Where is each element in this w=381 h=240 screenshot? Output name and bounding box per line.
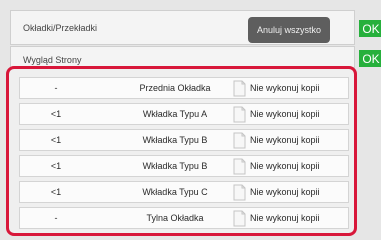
page-layout-ok-button[interactable]: OK (359, 50, 381, 67)
item-count: <1 (50, 135, 62, 145)
page-layout-bar[interactable]: Wygląd Strony (10, 46, 355, 68)
item-count: <1 (50, 109, 62, 119)
copy-setting: Nie wykonuj kopii (250, 109, 320, 119)
copy-setting: Nie wykonuj kopii (250, 161, 320, 171)
item-name: Wkładka Typu C (142, 187, 208, 197)
list-item[interactable]: - Przednia Okładka Nie wykonuj kopii (19, 77, 349, 99)
list-item[interactable]: <1 Wkładka Typu B Nie wykonuj kopii (19, 129, 349, 151)
item-name: Tylna Okładka (146, 213, 204, 223)
document-icon (233, 80, 246, 97)
list-item[interactable]: <1 Wkładka Typu B Nie wykonuj kopii (19, 155, 349, 177)
document-icon (233, 184, 246, 201)
item-count: <1 (50, 161, 62, 171)
document-icon (233, 132, 246, 149)
copy-setting: Nie wykonuj kopii (250, 213, 320, 223)
list-item[interactable]: - Tylna Okładka Nie wykonuj kopii (19, 207, 349, 229)
item-name: Wkładka Typu B (142, 135, 208, 145)
copy-setting: Nie wykonuj kopii (250, 83, 320, 93)
document-icon (233, 210, 246, 227)
item-count: - (54, 83, 58, 93)
inserts-list-panel: - Przednia Okładka Nie wykonuj kopii <1 … (6, 66, 357, 236)
item-name: Wkładka Typu A (142, 109, 208, 119)
cancel-all-button[interactable]: Anuluj wszystko (248, 17, 330, 43)
ok-button[interactable]: OK (359, 20, 381, 37)
copy-setting: Nie wykonuj kopii (250, 135, 320, 145)
list-item[interactable]: <1 Wkładka Typu C Nie wykonuj kopii (19, 181, 349, 203)
covers-inserts-title: Okładki/Przekładki (23, 23, 98, 33)
item-name: Wkładka Typu B (142, 161, 208, 171)
page-layout-title: Wygląd Strony (23, 55, 82, 65)
list-item[interactable]: <1 Wkładka Typu A Nie wykonuj kopii (19, 103, 349, 125)
document-icon (233, 106, 246, 123)
document-icon (233, 158, 246, 175)
item-count: - (54, 213, 58, 223)
item-count: <1 (50, 187, 62, 197)
item-name: Przednia Okładka (139, 83, 211, 93)
copy-setting: Nie wykonuj kopii (250, 187, 320, 197)
